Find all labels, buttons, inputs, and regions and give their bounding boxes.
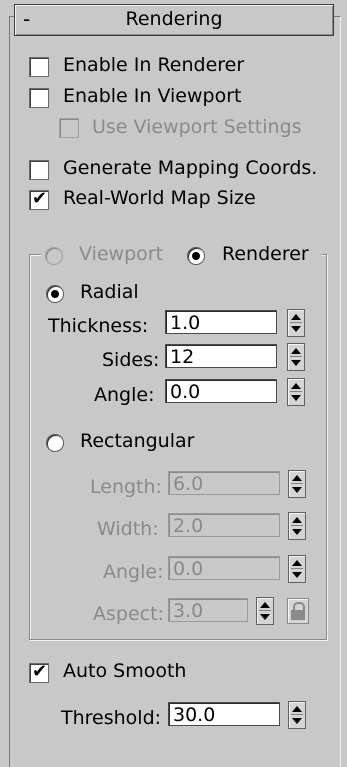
- spinner-down-icon: [291, 326, 301, 332]
- renderer-radio[interactable]: [187, 247, 205, 265]
- thickness-spinner[interactable]: [287, 309, 305, 337]
- threshold-spinner[interactable]: [288, 701, 306, 729]
- use-viewport-settings-label[interactable]: Use Viewport Settings: [92, 116, 302, 138]
- spinner-down-icon: [292, 487, 302, 493]
- renderer-radio-label[interactable]: Renderer: [222, 243, 309, 265]
- length-spinner[interactable]: [288, 470, 306, 498]
- rollout-title: Rendering: [125, 8, 223, 30]
- width-input[interactable]: 2.0: [168, 513, 280, 537]
- spinner-up-icon: [292, 475, 302, 481]
- spinner-down-icon: [292, 529, 302, 535]
- spinner-down-icon: [291, 360, 301, 366]
- sides-input[interactable]: 12: [165, 344, 277, 368]
- threshold-input[interactable]: 30.0: [168, 702, 280, 726]
- aspect-spinner[interactable]: [256, 597, 274, 625]
- aspect-label: Aspect:: [93, 603, 164, 625]
- spinner-up-icon: [260, 602, 270, 608]
- spinner-divider: [259, 610, 271, 611]
- radial-angle-input[interactable]: 0.0: [165, 379, 277, 403]
- width-label: Width:: [97, 518, 159, 540]
- spinner-divider: [291, 525, 303, 526]
- sides-label: Sides:: [102, 349, 160, 371]
- radio-selected-dot-icon: [192, 252, 200, 260]
- generate-mapping-coords-checkbox[interactable]: [29, 160, 49, 180]
- spinner-up-icon: [291, 383, 301, 389]
- check-mark-icon: ✔: [32, 661, 48, 682]
- rect-angle-label: Angle:: [103, 561, 164, 583]
- radial-angle-label: Angle:: [94, 384, 155, 406]
- length-input[interactable]: 6.0: [168, 471, 280, 495]
- radial-radio[interactable]: [46, 285, 64, 303]
- spinner-up-icon: [291, 348, 301, 354]
- lock-icon[interactable]: [287, 598, 309, 624]
- rollout-header-rendering[interactable]: - Rendering: [14, 4, 334, 36]
- check-mark-icon: ✔: [32, 188, 48, 209]
- spinner-down-icon: [260, 614, 270, 620]
- thickness-input[interactable]: 1.0: [165, 310, 277, 334]
- thickness-label: Thickness:: [48, 315, 149, 337]
- enable-in-viewport-label[interactable]: Enable In Viewport: [63, 85, 241, 107]
- spinner-up-icon: [292, 706, 302, 712]
- aspect-input[interactable]: 3.0: [168, 598, 248, 622]
- length-label: Length:: [90, 476, 162, 498]
- auto-smooth-label[interactable]: Auto Smooth: [63, 660, 186, 682]
- spinner-down-icon: [291, 395, 301, 401]
- spinner-up-icon: [291, 314, 301, 320]
- spinner-divider: [291, 714, 303, 715]
- rectangular-radio[interactable]: [46, 434, 64, 452]
- sides-spinner[interactable]: [287, 343, 305, 371]
- radial-angle-spinner[interactable]: [287, 378, 305, 406]
- spinner-divider: [290, 356, 302, 357]
- threshold-label: Threshold:: [61, 707, 162, 729]
- rect-angle-input[interactable]: 0.0: [168, 556, 280, 580]
- viewport-radio-label[interactable]: Viewport: [79, 243, 163, 265]
- real-world-map-size-checkbox[interactable]: ✔: [29, 188, 49, 210]
- spinner-up-icon: [292, 560, 302, 566]
- lock-body: [291, 610, 305, 620]
- generate-mapping-coords-label[interactable]: Generate Mapping Coords.: [63, 157, 317, 179]
- spinner-down-icon: [292, 572, 302, 578]
- spinner-down-icon: [292, 718, 302, 724]
- spinner-up-icon: [292, 517, 302, 523]
- rectangular-radio-label[interactable]: Rectangular: [80, 430, 194, 452]
- radial-radio-label[interactable]: Radial: [80, 281, 139, 303]
- use-viewport-settings-checkbox[interactable]: [59, 118, 79, 138]
- enable-in-renderer-label[interactable]: Enable In Renderer: [63, 54, 244, 76]
- spinner-divider: [291, 483, 303, 484]
- rect-angle-spinner[interactable]: [288, 555, 306, 583]
- viewport-radio[interactable]: [45, 247, 63, 265]
- radio-selected-dot-icon: [51, 290, 59, 298]
- enable-in-renderer-checkbox[interactable]: [29, 57, 49, 77]
- enable-in-viewport-checkbox[interactable]: [29, 88, 49, 108]
- width-spinner[interactable]: [288, 512, 306, 540]
- spinner-divider: [291, 568, 303, 569]
- spinner-divider: [290, 322, 302, 323]
- spinner-divider: [290, 391, 302, 392]
- real-world-map-size-label[interactable]: Real-World Map Size: [63, 187, 256, 209]
- auto-smooth-checkbox[interactable]: ✔: [29, 661, 49, 683]
